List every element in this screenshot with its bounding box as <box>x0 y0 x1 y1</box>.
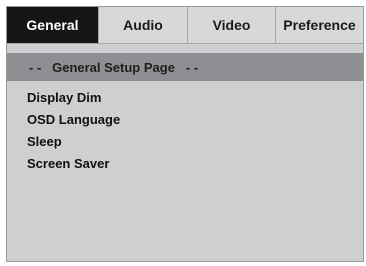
page-title: - - General Setup Page - - <box>7 53 363 81</box>
menu-item-screen-saver[interactable]: Screen Saver <box>27 153 120 175</box>
tab-video[interactable]: Video <box>188 7 276 43</box>
tab-audio[interactable]: Audio <box>99 7 188 43</box>
menu-item-display-dim[interactable]: Display Dim <box>27 87 120 109</box>
tab-bar: General Audio Video Preference <box>7 7 363 44</box>
setup-menu-screen: General Audio Video Preference - - Gener… <box>6 6 364 262</box>
tab-general[interactable]: General <box>7 7 99 43</box>
menu-item-sleep[interactable]: Sleep <box>27 131 120 153</box>
tab-preference[interactable]: Preference <box>276 7 363 43</box>
menu-item-osd-language[interactable]: OSD Language <box>27 109 120 131</box>
setup-options-list: Display Dim OSD Language Sleep Screen Sa… <box>27 87 120 175</box>
